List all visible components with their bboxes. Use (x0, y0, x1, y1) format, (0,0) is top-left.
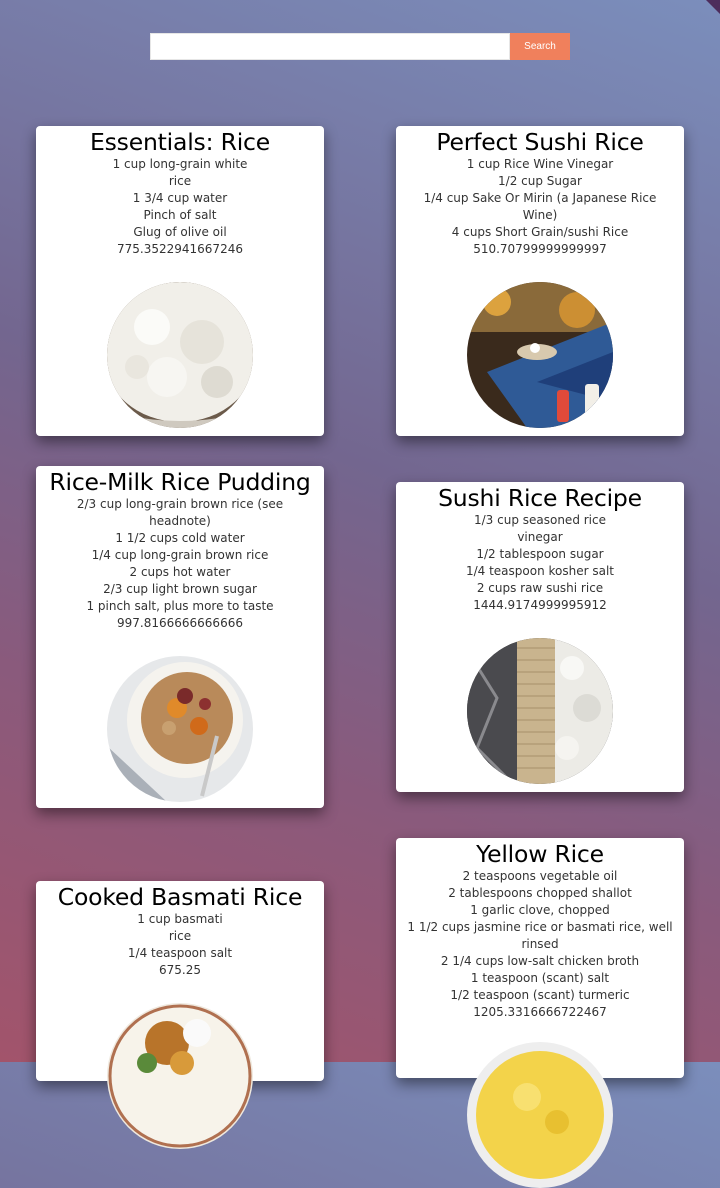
calories: 775.3522941667246 (117, 242, 243, 256)
sushi-mat-photo (467, 638, 613, 784)
ingredient: 1 teaspoon (scant) salt (470, 971, 610, 985)
ingredient: 1/2 tablespoon sugar (476, 547, 604, 561)
ingredient: 1 cup long-grain white rice (112, 157, 248, 188)
sushi-prep-photo (467, 282, 613, 428)
ingredient: 1/4 teaspoon salt (127, 946, 233, 960)
ingredient: 2 1/4 cups low-salt chicken broth (440, 954, 640, 968)
recipe-title: Perfect Sushi Rice (436, 128, 644, 156)
recipe-title: Essentials: Rice (89, 128, 271, 156)
calories: 997.8166666666666 (117, 616, 243, 630)
ingredient: 1/3 cup seasoned rice vinegar (473, 513, 606, 544)
ingredient: Glug of olive oil (133, 225, 227, 239)
search-button[interactable]: Search (510, 33, 570, 60)
calories: 510.70799999999997 (473, 242, 607, 256)
ingredient: 1 cup basmati rice (137, 912, 223, 943)
ingredient-list: 2 teaspoons vegetable oil 2 tablespoons … (405, 868, 675, 1004)
ingredient: 1 1/2 cups jasmine rice or basmati rice,… (407, 920, 673, 951)
recipe-card: Cooked Basmati Rice 1 cup basmati rice 1… (36, 881, 324, 1149)
corner-decoration (706, 0, 720, 14)
ingredient: 2/3 cup light brown sugar (103, 582, 257, 596)
search-input[interactable] (150, 33, 510, 60)
ingredient: 1/2 teaspoon (scant) turmeric (450, 988, 630, 1002)
recipe-title: Yellow Rice (476, 840, 604, 868)
ingredient: 4 cups Short Grain/sushi Rice (451, 225, 629, 239)
ingredient: 1 garlic clove, chopped (470, 903, 610, 917)
ingredient: 1/4 cup long-grain brown rice (91, 548, 269, 562)
ingredient: 2 teaspoons vegetable oil (462, 869, 618, 883)
white-rice-photo (107, 282, 253, 428)
ingredient-list: 2/3 cup long-grain brown rice (see headn… (60, 496, 300, 615)
recipe-card: Yellow Rice 2 teaspoons vegetable oil 2 … (396, 838, 684, 1188)
ingredient: 1/4 teaspoon kosher salt (465, 564, 615, 578)
ingredient: 1 1/2 cups cold water (115, 531, 245, 545)
recipe-card: Essentials: Rice 1 cup long-grain white … (36, 126, 324, 436)
ingredient: 1/4 cup Sake Or Mirin (a Japanese Rice W… (423, 191, 657, 222)
ingredient: 1 cup Rice Wine Vinegar (466, 157, 614, 171)
ingredient: 1/2 cup Sugar (498, 174, 582, 188)
ingredient: 2 cups hot water (129, 565, 231, 579)
ingredient: Pinch of salt (143, 208, 217, 222)
calories: 1205.3316666722467 (473, 1005, 607, 1019)
recipe-title: Sushi Rice Recipe (438, 484, 642, 512)
ingredient: 2 tablespoons chopped shallot (448, 886, 632, 900)
ingredient: 1 3/4 cup water (132, 191, 228, 205)
recipe-title: Cooked Basmati Rice (57, 883, 303, 911)
recipe-card: Rice-Milk Rice Pudding 2/3 cup long-grai… (36, 466, 324, 808)
ingredient-list: 1 cup long-grain white rice 1 3/4 cup wa… (105, 156, 255, 241)
ingredient: 1 pinch salt, plus more to taste (86, 599, 274, 613)
calories: 1444.9174999995912 (473, 598, 607, 612)
ingredient-list: 1/3 cup seasoned rice vinegar 1/2 tables… (465, 512, 615, 597)
ingredient: 2/3 cup long-grain brown rice (see headn… (76, 497, 284, 528)
calories: 675.25 (159, 963, 201, 977)
search-form: Search (150, 33, 570, 60)
recipe-card: Perfect Sushi Rice 1 cup Rice Wine Vineg… (396, 126, 684, 436)
ingredient-list: 1 cup Rice Wine Vinegar 1/2 cup Sugar 1/… (420, 156, 660, 241)
recipe-title: Rice-Milk Rice Pudding (49, 468, 311, 496)
ingredient: 2 cups raw sushi rice (476, 581, 604, 595)
recipe-card: Sushi Rice Recipe 1/3 cup seasoned rice … (396, 482, 684, 792)
basmati-dish-photo (107, 1003, 253, 1149)
yellow-rice-photo (467, 1042, 613, 1188)
ingredient-list: 1 cup basmati rice 1/4 teaspoon salt (125, 911, 235, 962)
rice-pudding-photo (107, 656, 253, 802)
